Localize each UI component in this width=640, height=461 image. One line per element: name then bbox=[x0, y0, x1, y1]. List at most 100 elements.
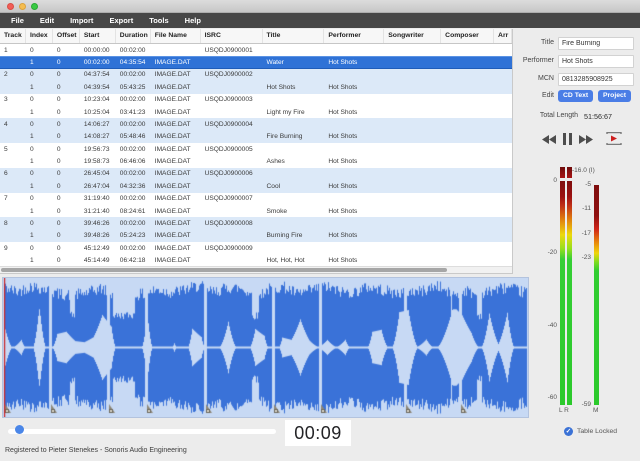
table-row[interactable]: 60026:45:0400:02:00IMAGE.DATUSQDJ0900006 bbox=[0, 168, 512, 180]
cell-start: 45:14:49 bbox=[80, 257, 116, 264]
performer-field[interactable] bbox=[558, 55, 634, 68]
cell-performer: Hot Shots bbox=[324, 109, 384, 116]
pause-button[interactable] bbox=[563, 132, 572, 150]
table-locked-indicator[interactable]: ✓ Table Locked bbox=[564, 427, 617, 436]
table-row[interactable]: 30010:23:0400:02:00IMAGE.DATUSQDJ0900003 bbox=[0, 94, 512, 106]
cell-start: 19:56:73 bbox=[80, 146, 116, 153]
cell-track: 7 bbox=[0, 195, 26, 202]
cell-track: 4 bbox=[0, 121, 26, 128]
menu-import[interactable]: Import bbox=[62, 13, 101, 28]
cell-track: 6 bbox=[0, 170, 26, 177]
column-header-songwriter[interactable]: Songwriter bbox=[384, 29, 441, 43]
column-header-performer[interactable]: Performer bbox=[324, 29, 384, 43]
cell-duration: 05:43:25 bbox=[116, 84, 151, 91]
column-header-offset[interactable]: Offset bbox=[53, 29, 80, 43]
table-row[interactable]: 50019:56:7300:02:00IMAGE.DATUSQDJ0900005 bbox=[0, 143, 512, 155]
cell-offset: 0 bbox=[53, 183, 80, 190]
cell-start: 19:58:73 bbox=[80, 158, 116, 165]
horizontal-scrollbar[interactable] bbox=[0, 266, 512, 273]
waveform-canvas[interactable] bbox=[3, 278, 528, 417]
cell-offset: 0 bbox=[53, 71, 80, 78]
menu-tools[interactable]: Tools bbox=[141, 13, 176, 28]
menu-edit[interactable]: Edit bbox=[32, 13, 62, 28]
cell-performer: Hot Shots bbox=[324, 59, 384, 66]
fast-forward-button[interactable] bbox=[578, 132, 593, 150]
table-row[interactable]: 1014:08:2705:48:46IMAGE.DATFire BurningH… bbox=[0, 131, 512, 143]
horizontal-scrollbar-thumb[interactable] bbox=[1, 268, 447, 272]
menu-help[interactable]: Help bbox=[177, 13, 209, 28]
cell-duration: 00:02:00 bbox=[116, 121, 151, 128]
mcn-field[interactable] bbox=[558, 73, 634, 86]
play-marker-button[interactable] bbox=[606, 132, 622, 150]
cell-duration: 00:02:00 bbox=[116, 245, 151, 252]
cell-isrc: USQDJ0900002 bbox=[201, 71, 263, 78]
loudness-meter bbox=[594, 185, 599, 405]
seek-slider-knob[interactable] bbox=[15, 425, 24, 434]
column-header-index[interactable]: Index bbox=[26, 29, 53, 43]
cell-isrc: USQDJ0900006 bbox=[201, 170, 263, 177]
cell-offset: 0 bbox=[53, 84, 80, 91]
cell-duration: 06:46:06 bbox=[116, 158, 151, 165]
cell-duration: 04:32:36 bbox=[116, 183, 151, 190]
table-row[interactable]: 10000:00:0000:02:00USQDJ0900001 bbox=[0, 44, 512, 56]
cell-file-name: IMAGE.DAT bbox=[151, 146, 201, 153]
table-row[interactable]: 1004:39:5405:43:25IMAGE.DATHot ShotsHot … bbox=[0, 81, 512, 93]
column-header-start[interactable]: Start bbox=[80, 29, 116, 43]
title-field[interactable] bbox=[558, 37, 634, 50]
table-row[interactable]: 1000:02:0004:35:54IMAGE.DATWaterHot Shot… bbox=[0, 56, 512, 68]
clip-indicator-left bbox=[560, 167, 565, 178]
rewind-button[interactable] bbox=[542, 132, 557, 150]
project-button[interactable]: Project bbox=[598, 90, 631, 102]
cell-duration: 00:02:00 bbox=[116, 146, 151, 153]
menu-file[interactable]: File bbox=[3, 13, 32, 28]
menu-bar: FileEditImportExportToolsHelp bbox=[0, 13, 640, 28]
table-row[interactable]: 1039:48:2605:24:23IMAGE.DATBurning FireH… bbox=[0, 230, 512, 242]
cell-duration: 00:02:00 bbox=[116, 96, 151, 103]
column-header-file-name[interactable]: File Name bbox=[151, 29, 201, 43]
table-row[interactable]: 20004:37:5400:02:00IMAGE.DATUSQDJ0900002 bbox=[0, 69, 512, 81]
table-row[interactable]: 70031:19:4000:02:00IMAGE.DATUSQDJ0900007 bbox=[0, 193, 512, 205]
column-header-isrc[interactable]: ISRC bbox=[201, 29, 263, 43]
cell-duration: 08:24:61 bbox=[116, 208, 151, 215]
cell-index: 1 bbox=[26, 158, 53, 165]
column-header-duration[interactable]: Duration bbox=[116, 29, 151, 43]
cell-track: 9 bbox=[0, 245, 26, 252]
table-row[interactable]: 90045:12:4900:02:00IMAGE.DATUSQDJ0900009 bbox=[0, 242, 512, 254]
table-row[interactable]: 40014:06:2700:02:00IMAGE.DATUSQDJ0900004 bbox=[0, 118, 512, 130]
close-window-button[interactable] bbox=[7, 3, 14, 10]
cell-title: Ashes bbox=[263, 158, 325, 165]
minimize-window-button[interactable] bbox=[19, 3, 26, 10]
column-header-track[interactable]: Track bbox=[0, 29, 26, 43]
cell-offset: 0 bbox=[53, 220, 80, 227]
cell-file-name: IMAGE.DAT bbox=[151, 245, 201, 252]
cell-start: 04:37:54 bbox=[80, 71, 116, 78]
cell-track: 5 bbox=[0, 146, 26, 153]
cell-offset: 0 bbox=[53, 158, 80, 165]
column-header-title[interactable]: Title bbox=[263, 29, 325, 43]
column-header-arr[interactable]: Arr bbox=[494, 29, 512, 43]
table-row[interactable]: 80039:46:2600:02:00IMAGE.DATUSQDJ0900008 bbox=[0, 217, 512, 229]
cd-text-button[interactable]: CD Text bbox=[558, 90, 593, 102]
table-row[interactable]: 1031:21:4008:24:61IMAGE.DATSmokeHot Shot… bbox=[0, 205, 512, 217]
table-row[interactable]: 1019:58:7306:46:06IMAGE.DATAshesHot Shot… bbox=[0, 155, 512, 167]
table-row[interactable]: 1010:25:0403:41:23IMAGE.DATLight my Fire… bbox=[0, 106, 512, 118]
cell-index: 1 bbox=[26, 257, 53, 264]
cell-track: 8 bbox=[0, 220, 26, 227]
cell-duration: 04:35:54 bbox=[116, 59, 151, 66]
total-length-label: Total Length bbox=[514, 112, 578, 119]
table-row[interactable]: 1026:47:0404:32:36IMAGE.DATCoolHot Shots bbox=[0, 180, 512, 192]
cell-start: 45:12:49 bbox=[80, 245, 116, 252]
cell-duration: 05:48:46 bbox=[116, 133, 151, 140]
table-row[interactable]: 1045:14:4906:42:18IMAGE.DATHot, Hot, Hot… bbox=[0, 254, 512, 266]
cell-index: 1 bbox=[26, 109, 53, 116]
cell-start: 04:39:54 bbox=[80, 84, 116, 91]
edit-section-label: Edit bbox=[514, 92, 554, 99]
waveform-display[interactable] bbox=[2, 277, 529, 418]
seek-slider-track[interactable] bbox=[8, 429, 276, 434]
mcn-field-label: MCN bbox=[514, 75, 554, 82]
time-display: 00:09 bbox=[285, 420, 351, 446]
zoom-window-button[interactable] bbox=[31, 3, 38, 10]
menu-export[interactable]: Export bbox=[101, 13, 141, 28]
cell-isrc: USQDJ0900008 bbox=[201, 220, 263, 227]
column-header-composer[interactable]: Composer bbox=[441, 29, 494, 43]
